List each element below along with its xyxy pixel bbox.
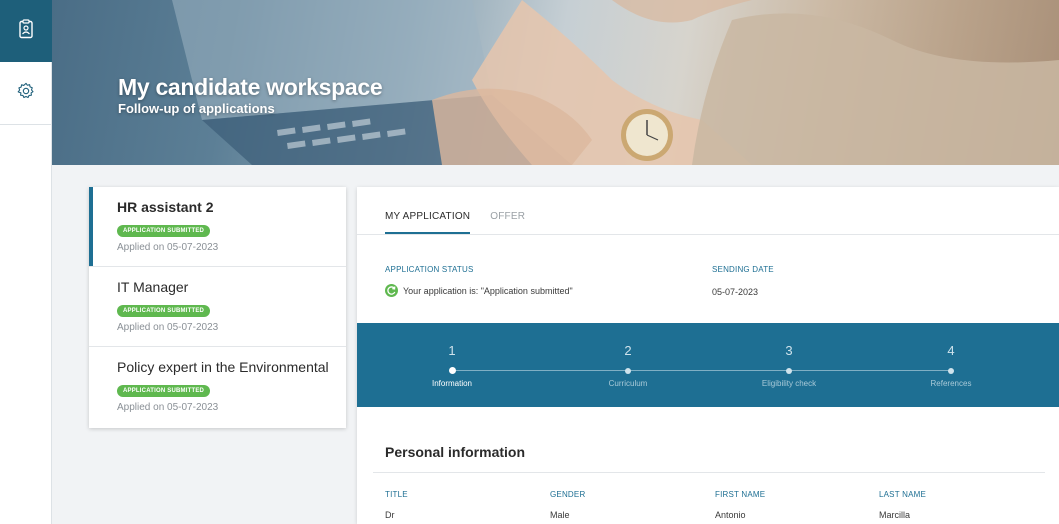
- application-card[interactable]: IT Manager APPLICATION SUBMITTED Applied…: [89, 267, 346, 347]
- applied-date: Applied on 05-07-2023: [117, 242, 219, 253]
- gear-icon: [16, 81, 36, 106]
- application-stepper: 1 Information 2 Curriculum 3 Eligibility…: [357, 323, 1059, 407]
- detail-tabs: MY APPLICATION OFFER: [357, 187, 1059, 235]
- step-number: 2: [624, 343, 632, 358]
- page-subtitle: Follow-up of applications: [118, 101, 275, 116]
- application-title: Policy expert in the Environmental: [117, 359, 329, 375]
- status-badge: APPLICATION SUBMITTED: [117, 305, 211, 317]
- sending-date-value: 05-07-2023: [712, 287, 759, 297]
- step-number: 4: [947, 343, 955, 358]
- tab-offer[interactable]: OFFER: [490, 211, 525, 234]
- application-card[interactable]: HR assistant 2 APPLICATION SUBMITTED App…: [89, 187, 346, 267]
- hero-banner: My candidate workspace Follow-up of appl…: [52, 0, 1059, 165]
- field-label-gender: GENDER: [550, 490, 586, 499]
- field-label-title: TITLE: [385, 490, 408, 499]
- step-label[interactable]: Curriculum: [578, 379, 678, 388]
- step-label[interactable]: Eligibility check: [739, 379, 839, 388]
- application-title: IT Manager: [117, 279, 189, 295]
- field-label-first-name: FIRST NAME: [715, 490, 766, 499]
- field-value-first-name: Antonio: [715, 510, 746, 520]
- section-title: Personal information: [385, 444, 526, 460]
- application-card[interactable]: Policy expert in the Environmental APPLI…: [89, 347, 346, 428]
- sending-date-label: SENDING DATE: [712, 265, 774, 274]
- section-divider: [373, 472, 1045, 473]
- applied-date: Applied on 05-07-2023: [117, 322, 219, 333]
- step-connector: [789, 370, 951, 371]
- field-value-last-name: Marcilla: [879, 510, 911, 520]
- tab-my-application[interactable]: MY APPLICATION: [385, 211, 471, 234]
- step-dot[interactable]: [448, 367, 456, 374]
- step-number: 3: [785, 343, 793, 358]
- step-label[interactable]: References: [901, 379, 1001, 388]
- status-badge: APPLICATION SUBMITTED: [117, 385, 211, 397]
- application-detail-panel: MY APPLICATION OFFER APPLICATION STATUS …: [357, 187, 1059, 524]
- step-label[interactable]: Information: [402, 379, 502, 388]
- applications-list: HR assistant 2 APPLICATION SUBMITTED App…: [89, 187, 346, 428]
- step-dot[interactable]: [948, 368, 954, 374]
- application-title: HR assistant 2: [117, 199, 214, 215]
- clipboard-badge-icon: [19, 18, 33, 44]
- field-value-gender: Male: [550, 510, 570, 520]
- application-status-value: Your application is: "Application submit…: [403, 286, 573, 296]
- field-label-last-name: LAST NAME: [879, 490, 926, 499]
- applied-date: Applied on 05-07-2023: [117, 402, 219, 413]
- step-dot[interactable]: [786, 368, 792, 374]
- page-title: My candidate workspace: [118, 74, 383, 100]
- rail-item-settings[interactable]: [0, 62, 52, 124]
- step-dot[interactable]: [625, 368, 631, 374]
- step-connector: [628, 370, 789, 371]
- status-badge: APPLICATION SUBMITTED: [117, 225, 211, 237]
- rail-divider: [0, 124, 52, 125]
- refresh-check-icon: [385, 284, 398, 297]
- field-value-title: Dr: [385, 510, 395, 520]
- candidate-workspace-app: My candidate workspace Follow-up of appl…: [0, 0, 1059, 524]
- step-connector: [452, 370, 628, 371]
- application-status-label: APPLICATION STATUS: [385, 265, 474, 274]
- side-rail: [0, 0, 52, 524]
- step-number: 1: [448, 343, 456, 358]
- rail-item-applications[interactable]: [0, 0, 52, 62]
